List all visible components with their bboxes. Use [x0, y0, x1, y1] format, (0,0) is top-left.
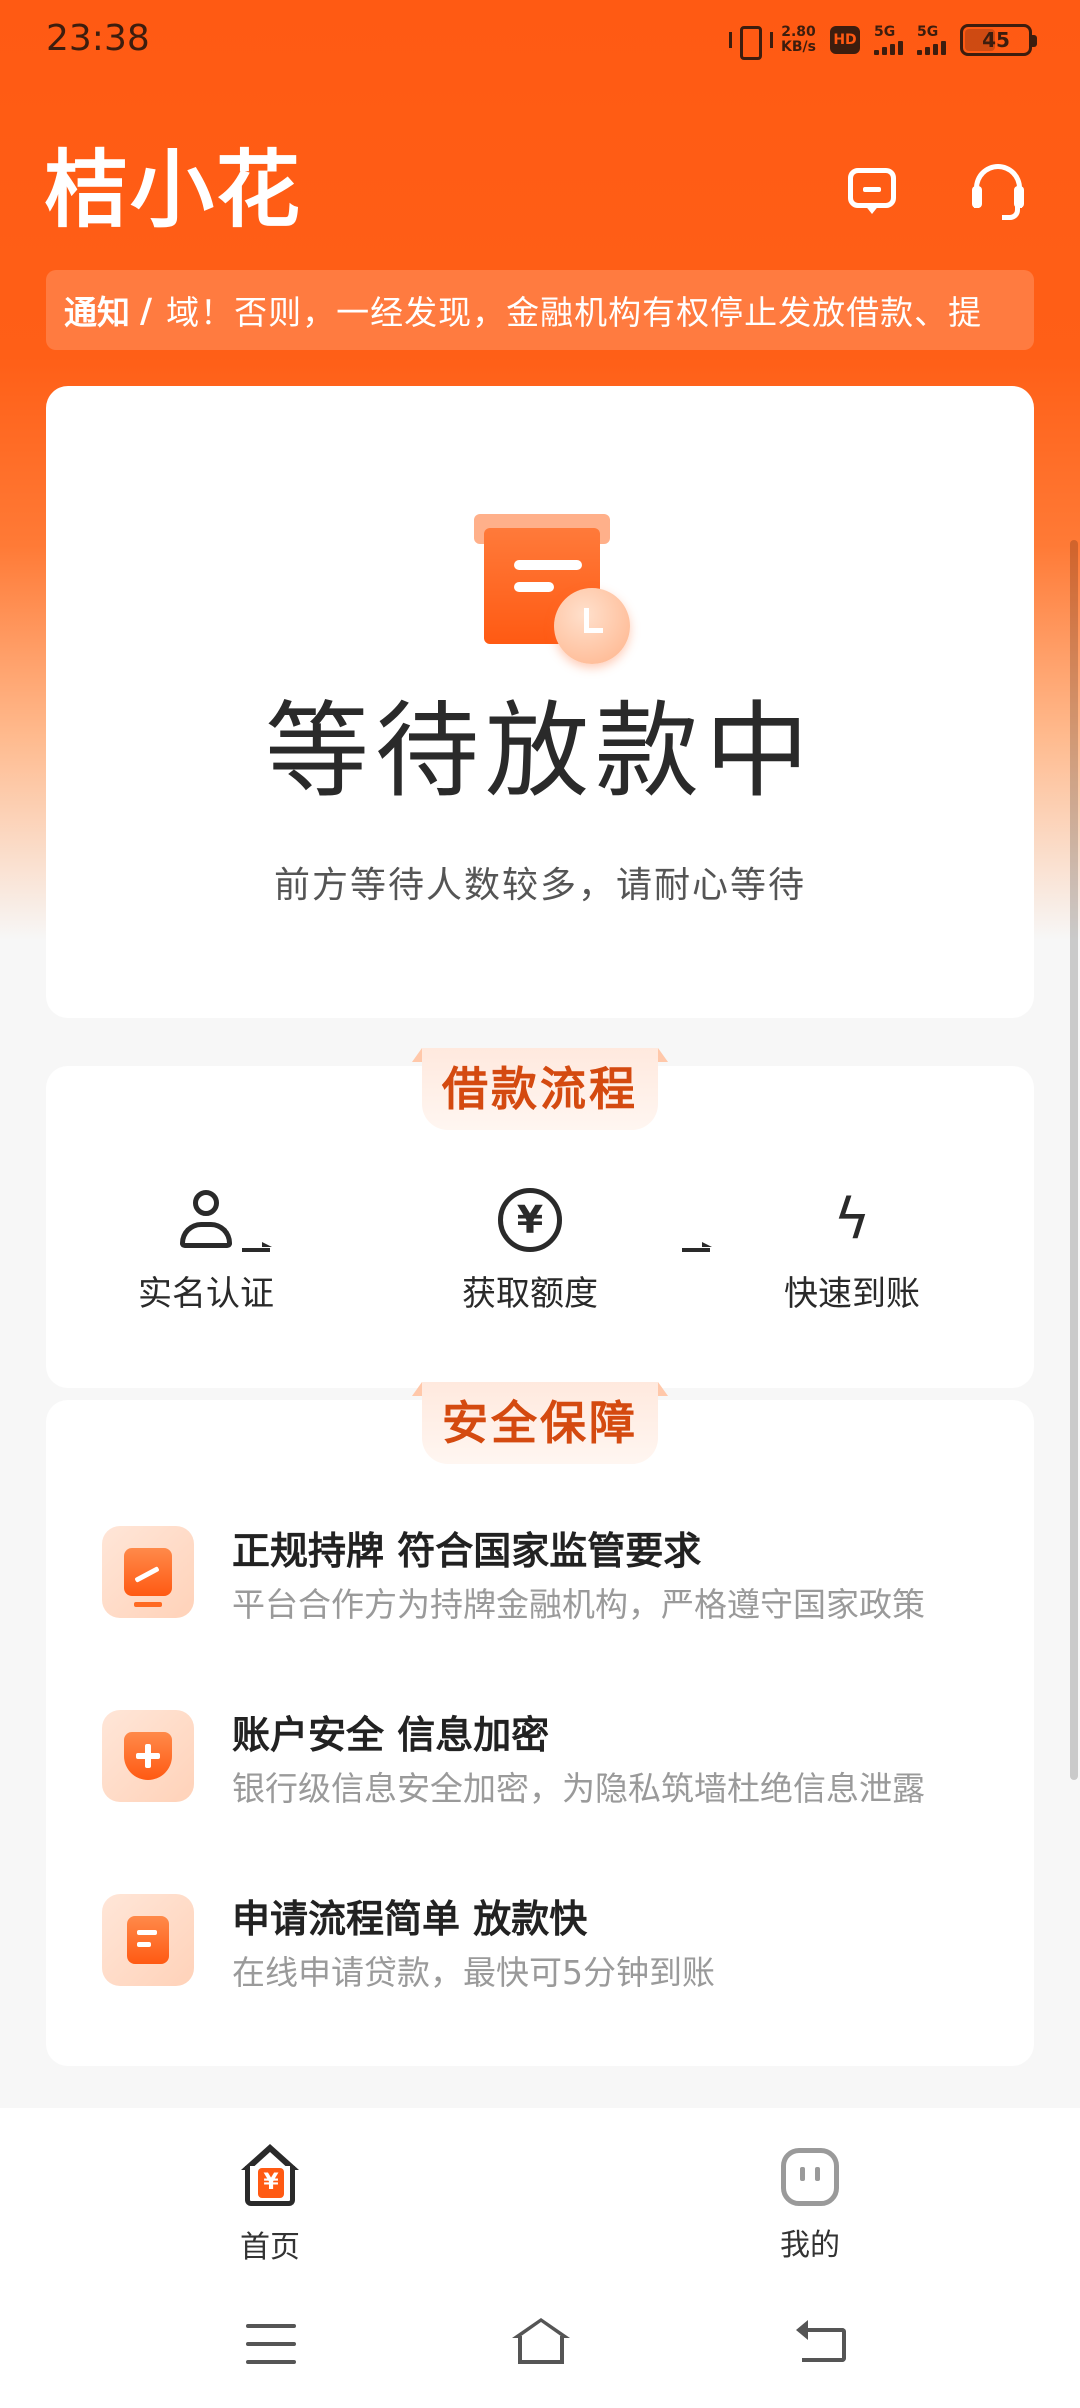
waiting-document-icon: [470, 514, 630, 664]
home-yen-icon: ¥: [237, 2144, 303, 2208]
notice-label: 通知: [64, 293, 130, 332]
signal-bars-icon: [917, 39, 946, 55]
security-card: 安全保障 正规持牌 符合国家监管要求 平台合作方为持牌金融机构，严格遵守国家政策…: [46, 1382, 1034, 2066]
process-step-quota: ¥ 获取额度: [430, 1188, 630, 1315]
app-screen: 23:38 2.80 KB/s HD 5G 5G 45 桔小花 通知 / 域！否…: [0, 0, 1080, 2408]
battery-icon: 45: [960, 24, 1037, 56]
home-icon[interactable]: [506, 2318, 576, 2368]
status-icons: 2.80 KB/s HD 5G 5G 45: [729, 22, 1037, 60]
signal-bars-icon: [874, 39, 903, 55]
security-item-desc: 平台合作方为持牌金融机构，严格遵守国家政策: [232, 1585, 925, 1624]
status-title: 等待放款中: [264, 690, 815, 812]
vibrate-icon: [729, 22, 774, 60]
tab-home[interactable]: ¥ 首页: [170, 2144, 370, 2266]
back-icon[interactable]: [796, 2318, 850, 2368]
security-section-title: 安全保障: [442, 1396, 638, 1450]
security-item-title: 正规持牌 符合国家监管要求: [232, 1529, 702, 1573]
message-icon[interactable]: [842, 160, 902, 220]
status-subtitle: 前方等待人数较多，请耐心等待: [273, 865, 806, 906]
security-item-desc: 在线申请贷款，最快可5分钟到账: [232, 1953, 715, 1992]
home-yen-glyph: ¥: [258, 2168, 284, 2198]
security-item-title: 账户安全 信息加密: [232, 1713, 550, 1757]
battery-percent: 45: [982, 28, 1010, 52]
security-item-title: 申请流程简单 放款快: [232, 1897, 588, 1941]
tab-home-label: 首页: [240, 2230, 300, 2265]
hd-voice-icon: HD: [830, 26, 860, 54]
process-step-verify: 实名认证: [106, 1188, 306, 1315]
tab-mine-label: 我的: [780, 2228, 840, 2263]
lightning-icon: ϟ: [833, 1187, 871, 1252]
menu-icon[interactable]: [246, 2324, 296, 2364]
notice-text: 域！否则，一经发现，金融机构有权停止发放借款、提: [166, 293, 983, 332]
yen-coin-icon: ¥: [498, 1188, 562, 1252]
section-heading-tab: 安全保障: [412, 1382, 668, 1464]
tab-mine[interactable]: 我的: [710, 2144, 910, 2264]
notice-separator: /: [140, 290, 153, 330]
process-step-fast: ϟ 快速到账: [752, 1188, 952, 1315]
security-item-encryption: 账户安全 信息加密 银行级信息安全加密，为隐私筑墙杜绝信息泄露: [102, 1710, 1002, 1830]
process-step-label: 快速到账: [784, 1274, 920, 1314]
process-step-label: 获取额度: [462, 1274, 598, 1314]
notice-banner[interactable]: 通知 / 域！否则，一经发现，金融机构有权停止发放借款、提: [46, 270, 1034, 350]
network-speed: 2.80 KB/s: [781, 25, 816, 55]
arrow-right-icon: [682, 1242, 712, 1252]
loan-status-card: 等待放款中 前方等待人数较多，请耐心等待: [46, 386, 1034, 1018]
brand-logo: 桔小花: [44, 141, 303, 239]
security-item-fast-process: 申请流程简单 放款快 在线申请贷款，最快可5分钟到账: [102, 1894, 1002, 2014]
security-item-license: 正规持牌 符合国家监管要求 平台合作方为持牌金融机构，严格遵守国家政策: [102, 1526, 1002, 1646]
process-section-title: 借款流程: [442, 1062, 638, 1116]
monitor-chart-icon: [102, 1526, 194, 1618]
document-icon: [102, 1894, 194, 1986]
process-step-label: 实名认证: [138, 1274, 274, 1314]
network-speed-value: 2.80: [781, 24, 816, 40]
system-navigation-bar: [0, 2288, 1080, 2408]
profile-icon: [781, 2148, 839, 2206]
person-icon: [174, 1188, 238, 1252]
security-item-desc: 银行级信息安全加密，为隐私筑墙杜绝信息泄露: [232, 1769, 925, 1808]
section-heading-tab: 借款流程: [412, 1048, 668, 1130]
scrollbar[interactable]: [1070, 540, 1078, 1780]
shield-plus-icon: [102, 1710, 194, 1802]
arrow-right-icon: [242, 1242, 272, 1252]
signal-sim1-label: 5G: [874, 24, 896, 40]
headset-icon[interactable]: [968, 160, 1028, 220]
network-speed-unit: KB/s: [781, 39, 816, 55]
status-time: 23:38: [46, 18, 150, 59]
loan-process-card: 借款流程 实名认证 ¥ 获取额度 ϟ 快速到账: [46, 1048, 1034, 1388]
bottom-tab-bar: ¥ 首页 我的: [0, 2108, 1080, 2288]
signal-sim2-label: 5G: [917, 24, 939, 40]
signal-sim1: 5G: [874, 25, 903, 55]
status-bar: 23:38 2.80 KB/s HD 5G 5G 45: [0, 0, 1080, 84]
signal-sim2: 5G: [917, 25, 946, 55]
